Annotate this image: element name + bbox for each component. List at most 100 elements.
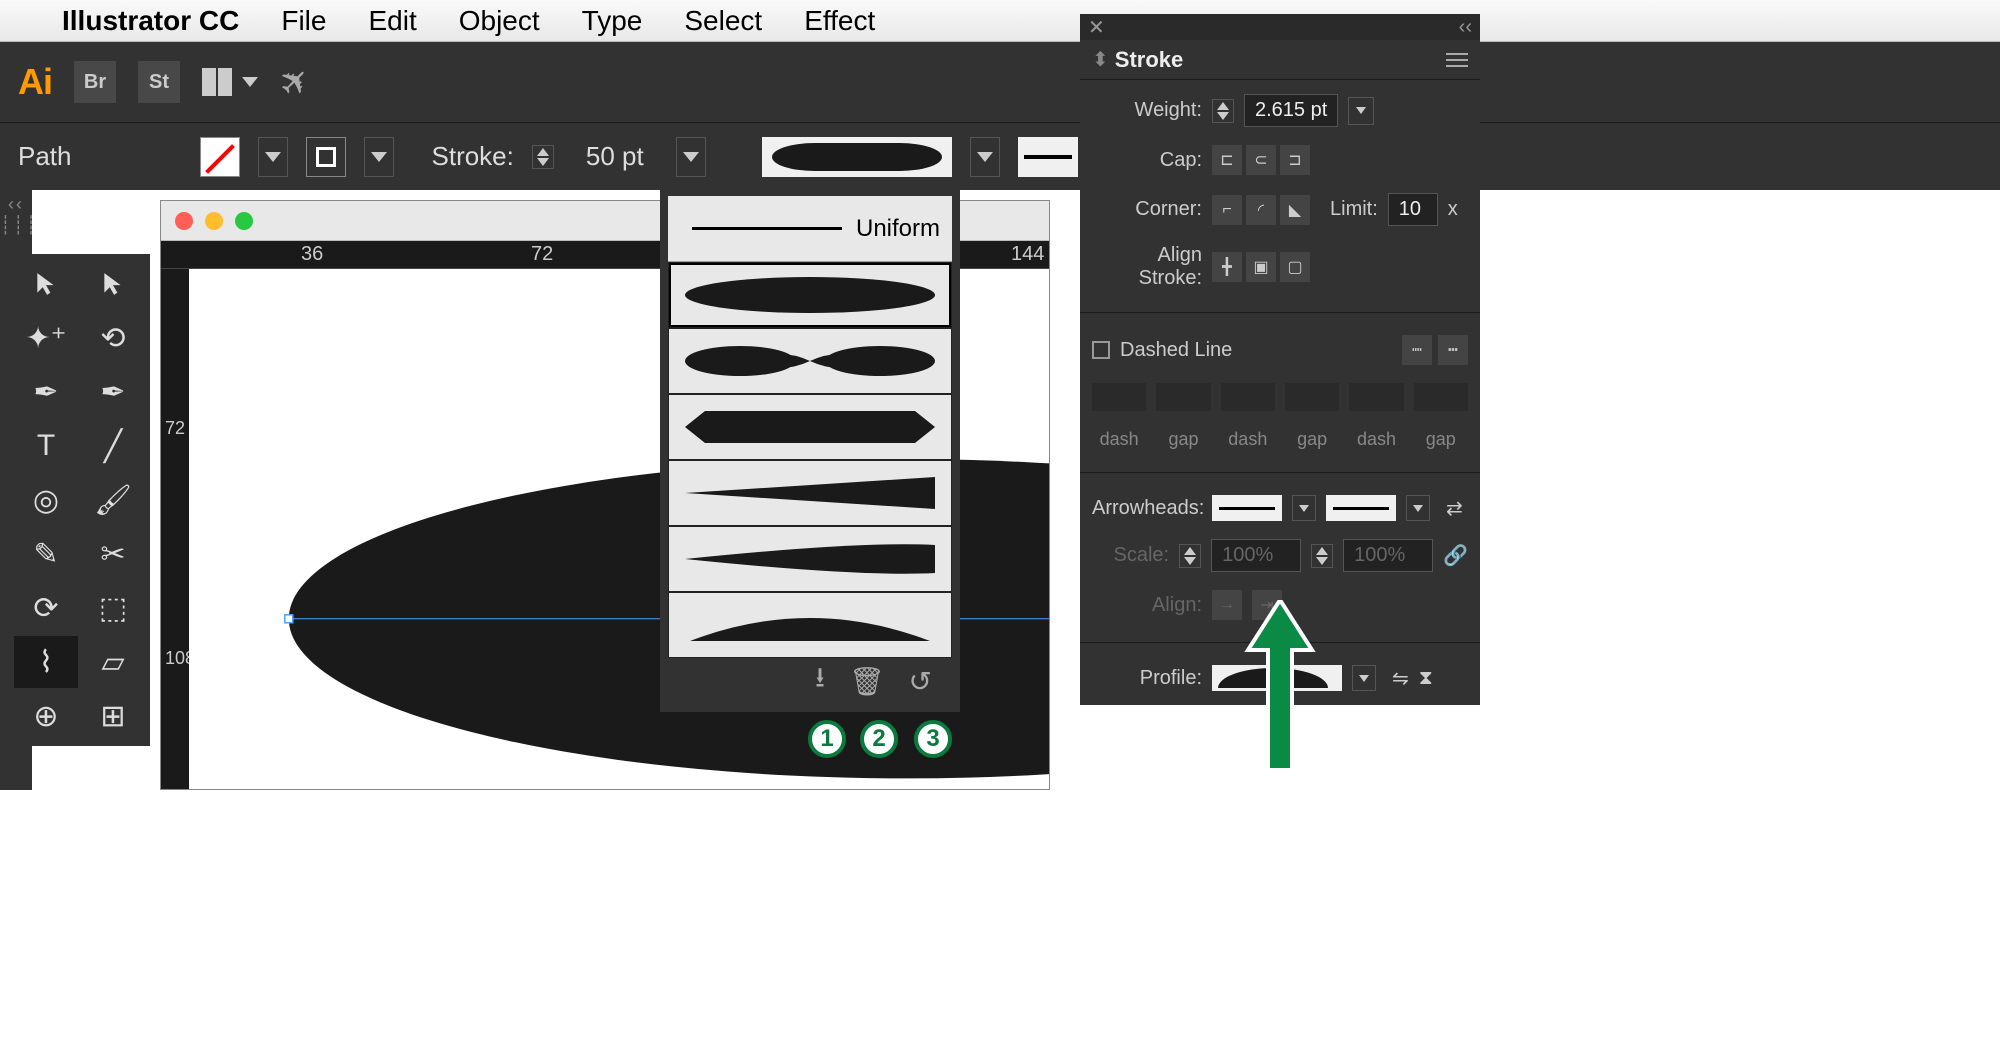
direct-selection-tool[interactable] bbox=[81, 258, 145, 310]
corner-bevel-button[interactable]: ◣ bbox=[1280, 195, 1310, 225]
stroke-weight-value[interactable]: 50 pt bbox=[572, 141, 658, 172]
cap-projecting-button[interactable]: ⊐ bbox=[1280, 145, 1310, 175]
menu-select[interactable]: Select bbox=[684, 5, 762, 37]
fill-swatch[interactable] bbox=[200, 137, 240, 177]
ruler-vertical[interactable]: 72 108 bbox=[161, 269, 189, 789]
scissors-tool[interactable]: ✂ bbox=[81, 528, 145, 580]
delete-profile-icon[interactable]: 🗑 bbox=[849, 665, 885, 698]
dash-field-2[interactable] bbox=[1221, 383, 1275, 411]
weight-spinner[interactable] bbox=[1212, 99, 1234, 123]
weight-dropdown[interactable] bbox=[1348, 97, 1374, 125]
zoom-window-button[interactable] bbox=[235, 212, 253, 230]
stock-button[interactable]: St bbox=[138, 61, 180, 103]
align-stroke-center-button[interactable]: ╋ bbox=[1212, 252, 1242, 282]
collapse-panel-icon[interactable]: ‹‹ bbox=[1459, 16, 1472, 39]
variable-width-profile-dropdown[interactable] bbox=[970, 137, 1000, 177]
arrowhead-end-preview[interactable] bbox=[1326, 495, 1396, 521]
arrowhead-start-dropdown[interactable] bbox=[1292, 495, 1316, 521]
app-bar: Ai Br St ✈ bbox=[0, 42, 2000, 122]
dash-field-3[interactable] bbox=[1349, 383, 1403, 411]
width-tool[interactable]: ⌇ bbox=[14, 636, 78, 688]
brush-definition-preview[interactable] bbox=[1018, 137, 1078, 177]
stroke-swatch[interactable] bbox=[306, 137, 346, 177]
control-bar: Path Stroke: 50 pt bbox=[0, 122, 2000, 190]
minimize-window-button[interactable] bbox=[205, 212, 223, 230]
dashed-line-checkbox[interactable] bbox=[1092, 341, 1110, 359]
corner-round-button[interactable]: ◜ bbox=[1246, 195, 1276, 225]
arrowhead-start-preview[interactable] bbox=[1212, 495, 1282, 521]
cap-butt-button[interactable]: ⊏ bbox=[1212, 145, 1242, 175]
profile-dropdown[interactable] bbox=[1352, 665, 1376, 691]
link-scale-icon: 🔗 bbox=[1443, 543, 1468, 568]
bridge-button[interactable]: Br bbox=[74, 61, 116, 103]
lasso-tool[interactable]: ⟲ bbox=[81, 312, 145, 364]
arrowhead-end-dropdown[interactable] bbox=[1406, 495, 1430, 521]
paintbrush-tool[interactable]: 🖌 bbox=[81, 474, 145, 526]
app-menu[interactable]: Illustrator CC bbox=[62, 5, 239, 37]
align-stroke-outside-button[interactable]: ▢ bbox=[1280, 252, 1310, 282]
pencil-tool[interactable]: ✎ bbox=[14, 528, 78, 580]
menu-effect[interactable]: Effect bbox=[804, 5, 875, 37]
scale-end-field: 100% bbox=[1343, 539, 1433, 572]
annotation-arrow-icon bbox=[1240, 600, 1320, 780]
pen-tool[interactable]: ✒ bbox=[14, 366, 78, 418]
type-tool[interactable]: T bbox=[14, 420, 78, 472]
shape-builder-tool[interactable]: ⊕ bbox=[14, 690, 78, 742]
stroke-weight-label[interactable]: Stroke: bbox=[432, 141, 514, 172]
collapse-handle-icon: ‹‹┊┊┊ bbox=[0, 190, 32, 236]
panel-topbar: ✕ ‹‹ bbox=[1080, 14, 1480, 40]
menu-edit[interactable]: Edit bbox=[368, 5, 416, 37]
profile-label: Profile: bbox=[1092, 667, 1202, 690]
curvature-tool[interactable]: ✒ bbox=[81, 366, 145, 418]
gap-field-1[interactable] bbox=[1156, 383, 1210, 411]
menu-file[interactable]: File bbox=[281, 5, 326, 37]
stroke-weight-spinner[interactable] bbox=[532, 145, 554, 169]
rotate-tool[interactable]: ⟳ bbox=[14, 582, 78, 634]
cap-round-button[interactable]: ⊂ bbox=[1246, 145, 1276, 175]
limit-label: Limit: bbox=[1330, 198, 1378, 221]
uniform-line-icon bbox=[692, 227, 842, 230]
line-segment-tool[interactable]: ╱ bbox=[81, 420, 145, 472]
close-window-button[interactable] bbox=[175, 212, 193, 230]
flip-across-icon[interactable]: ⧗ bbox=[1419, 667, 1433, 690]
profile-option-width5[interactable] bbox=[668, 526, 952, 592]
stroke-dropdown[interactable] bbox=[364, 137, 394, 177]
align-tip-button: → bbox=[1212, 590, 1242, 620]
corner-miter-button[interactable]: ⌐ bbox=[1212, 195, 1242, 225]
save-profile-icon[interactable]: ⭳ bbox=[815, 657, 825, 705]
limit-field[interactable]: 10 bbox=[1388, 193, 1438, 226]
profile-option-uniform[interactable]: Uniform bbox=[668, 196, 952, 262]
gpu-performance-icon[interactable]: ✈ bbox=[270, 56, 321, 107]
align-stroke-inside-button[interactable]: ▣ bbox=[1246, 252, 1276, 282]
profile-option-width6[interactable] bbox=[668, 592, 952, 658]
selection-tool[interactable] bbox=[14, 258, 78, 310]
profile-option-width1[interactable] bbox=[668, 262, 952, 328]
menu-object[interactable]: Object bbox=[459, 5, 540, 37]
variable-width-profile-preview[interactable] bbox=[762, 137, 952, 177]
rectangle-tool[interactable]: ◎ bbox=[14, 474, 78, 526]
panel-menu-icon[interactable] bbox=[1446, 53, 1468, 67]
flip-along-icon[interactable]: ⇋ bbox=[1392, 666, 1409, 691]
stroke-weight-dropdown[interactable] bbox=[676, 137, 706, 177]
dash-field-1[interactable] bbox=[1092, 383, 1146, 411]
dash-preserve-button[interactable]: ┉ bbox=[1402, 335, 1432, 365]
close-panel-icon[interactable]: ✕ bbox=[1088, 15, 1105, 40]
profile-option-width4[interactable] bbox=[668, 460, 952, 526]
free-transform-tool[interactable]: ▱ bbox=[81, 636, 145, 688]
arrange-documents-button[interactable] bbox=[202, 68, 258, 96]
weight-field[interactable]: 2.615 pt bbox=[1244, 94, 1338, 127]
profile-option-width2[interactable] bbox=[668, 328, 952, 394]
gap-field-3[interactable] bbox=[1414, 383, 1468, 411]
fill-dropdown[interactable] bbox=[258, 137, 288, 177]
reset-profiles-icon[interactable]: ↺ bbox=[909, 665, 932, 698]
swap-arrowheads-icon[interactable]: ⇄ bbox=[1446, 496, 1463, 521]
profile-option-width3[interactable] bbox=[668, 394, 952, 460]
scale-tool[interactable]: ⬚ bbox=[81, 582, 145, 634]
dash-align-button[interactable]: ┅ bbox=[1438, 335, 1468, 365]
magic-wand-tool[interactable]: ✦⁺ bbox=[14, 312, 78, 364]
gap-field-2[interactable] bbox=[1285, 383, 1339, 411]
menu-type[interactable]: Type bbox=[582, 5, 643, 37]
perspective-grid-tool[interactable]: ⊞ bbox=[81, 690, 145, 742]
panel-title[interactable]: Stroke bbox=[1115, 47, 1183, 73]
profile-popup-footer: ⭳ 🗑 ↺ bbox=[668, 658, 952, 704]
